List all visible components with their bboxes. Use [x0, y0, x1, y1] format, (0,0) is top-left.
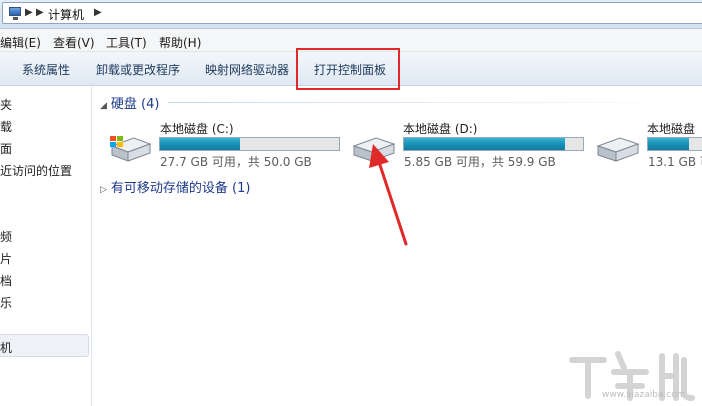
address-path: 计算机	[48, 8, 85, 22]
system-properties-button[interactable]: 系统属性	[22, 61, 70, 78]
capacity-bar	[647, 137, 702, 151]
sidebar-item-downloads[interactable]: 载	[0, 118, 12, 135]
expand-triangle-icon: ▷	[100, 185, 107, 195]
hard-drive-icon	[110, 136, 152, 162]
menu-help[interactable]: 帮助(H)	[159, 34, 201, 51]
sidebar-item-desktop[interactable]: 面	[0, 140, 12, 157]
chevron-right-icon[interactable]: ▶	[94, 7, 102, 18]
sidebar-item-computer[interactable]: 机	[0, 334, 89, 357]
computer-icon	[9, 7, 21, 20]
drive-name: 本地磁盘 (D:)	[403, 122, 478, 136]
sidebar-item-recent-places[interactable]: 近访问的位置	[0, 162, 72, 179]
capacity-bar	[403, 137, 584, 151]
capacity-bar-fill	[648, 138, 689, 150]
sidebar-item-favorites[interactable]: 夹	[0, 96, 12, 113]
highlight-box	[296, 48, 400, 90]
sidebar-item-music[interactable]: 乐	[0, 294, 12, 311]
section-label: 有可移动存储的设备 (1)	[110, 181, 251, 196]
section-hard-disks[interactable]: ◢ 硬盘 (4)	[100, 93, 159, 112]
navigation-pane: 夹 载 面 近访问的位置 频 片 档 乐	[0, 87, 92, 406]
sidebar-item-documents[interactable]: 档	[0, 272, 12, 289]
sidebar-item-videos[interactable]: 频	[0, 228, 12, 245]
collapse-triangle-icon: ◢	[100, 101, 107, 111]
capacity-bar	[159, 137, 340, 151]
map-network-drive-button[interactable]: 映射网络驱动器	[205, 61, 289, 78]
drive-name: 本地磁盘	[647, 122, 696, 136]
section-label: 硬盘 (4)	[110, 97, 160, 112]
hard-drive-icon	[596, 137, 640, 162]
menu-edit[interactable]: 编辑(E)	[0, 34, 41, 51]
sidebar-item-pictures[interactable]: 片	[0, 250, 12, 267]
drive-space-text: 5.85 GB 可用，共 59.9 GB	[404, 155, 556, 169]
watermark-url: www.xiazaiba.com	[602, 390, 686, 400]
uninstall-program-button[interactable]: 卸载或更改程序	[96, 61, 180, 78]
menu-tools[interactable]: 工具(T)	[106, 34, 147, 51]
capacity-bar-fill	[404, 138, 566, 150]
section-removable-storage[interactable]: ▷ 有可移动存储的设备 (1)	[100, 177, 250, 196]
drive-space-text: 27.7 GB 可用，共 50.0 GB	[160, 155, 312, 169]
chevron-right-icon[interactable]: ▶	[25, 7, 33, 18]
address-bar: ▶ ▶ 计算机 ▶	[0, 0, 702, 29]
chevron-right-icon[interactable]: ▶	[36, 7, 44, 18]
address-field[interactable]: ▶ ▶ 计算机 ▶	[2, 2, 702, 24]
menu-view[interactable]: 查看(V)	[53, 34, 95, 51]
sidebar-item-label: 机	[0, 341, 13, 355]
drive-space-text: 13.1 GB 可用	[648, 155, 702, 169]
hard-drive-icon	[352, 137, 396, 162]
capacity-bar-fill	[160, 138, 240, 150]
drive-name: 本地磁盘 (C:)	[160, 122, 234, 136]
group-divider	[168, 102, 702, 103]
